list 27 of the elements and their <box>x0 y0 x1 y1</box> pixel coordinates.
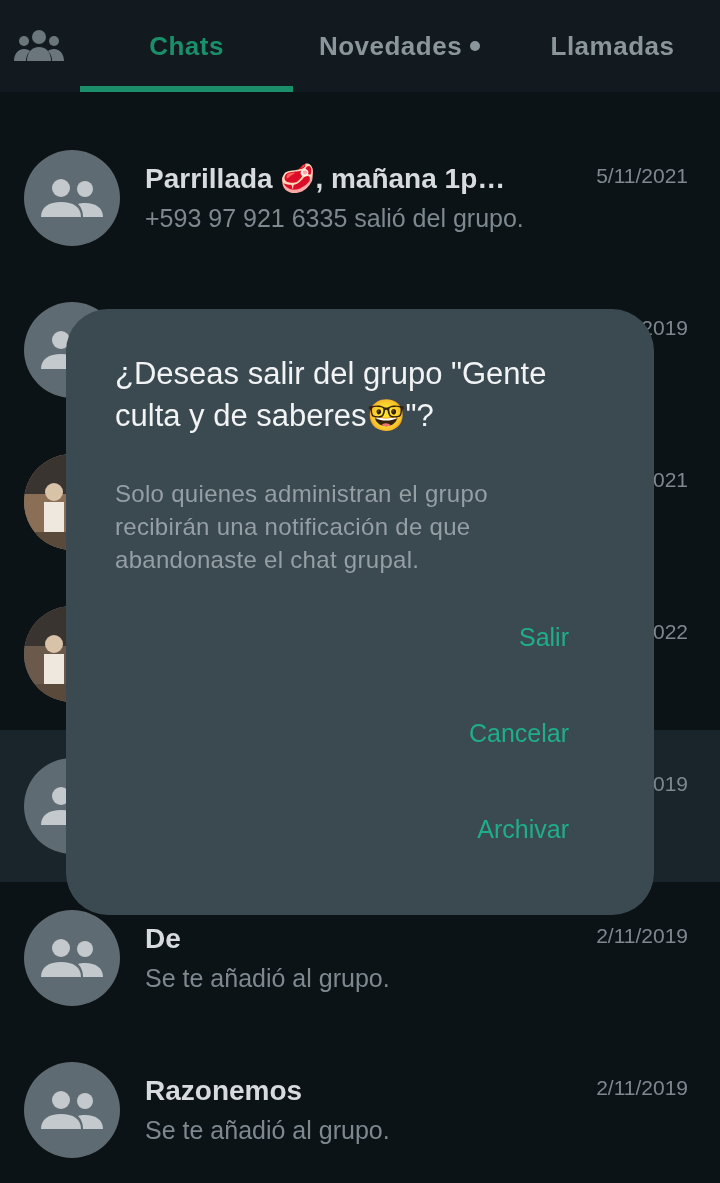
group-icon <box>41 939 103 977</box>
chat-date: 022 <box>652 619 688 645</box>
dialog-button[interactable]: Archivar <box>477 804 569 854</box>
chat-name: Parrillada 🥩, mañana 1p… <box>145 162 506 196</box>
tab[interactable]: Novedades <box>293 0 506 92</box>
chat-row[interactable]: De Se te añadió al grupo. 2/11/2019 <box>0 882 720 1034</box>
chat-date: 019 <box>652 771 688 797</box>
chat-name: De <box>145 922 181 956</box>
chat-date: 5/11/2021 <box>596 163 688 189</box>
dialog-button[interactable]: Salir <box>519 612 569 662</box>
chat-row[interactable]: Parrillada 🥩, mañana 1p… +593 97 921 6335 salió del grupo. 5/11/2021 <box>0 122 720 274</box>
tab[interactable]: Llamadas <box>506 0 719 92</box>
last-message: +593 97 921 6335 salió del grupo. <box>145 203 524 234</box>
dialog-button[interactable]: Cancelar <box>468 708 569 758</box>
group-icon <box>41 1091 103 1129</box>
chat-date: 2/11/2019 <box>596 923 688 949</box>
dialog-title: ¿Deseas salir del grupo "Gente culta y de saberes🤓"? <box>115 355 548 435</box>
chat-date: 2/11/2019 <box>596 1075 688 1101</box>
chat-name: Razonemos <box>145 1074 303 1108</box>
community-icon[interactable] <box>14 29 64 63</box>
chat-date: 021 <box>652 467 688 493</box>
dialog-message: Solo quienes administran el grupo recibirán una notificación de que abandonaste el chat grupal. <box>115 479 489 575</box>
chat-row[interactable]: Razonemos Se te añadió al grupo. 2/11/2019 <box>0 1034 720 1183</box>
tab[interactable]: Chats <box>80 0 293 92</box>
last-message: Se te añadió al grupo. <box>145 1115 390 1146</box>
last-message: Se te añadió al grupo. <box>145 963 390 994</box>
group-icon <box>41 179 103 217</box>
